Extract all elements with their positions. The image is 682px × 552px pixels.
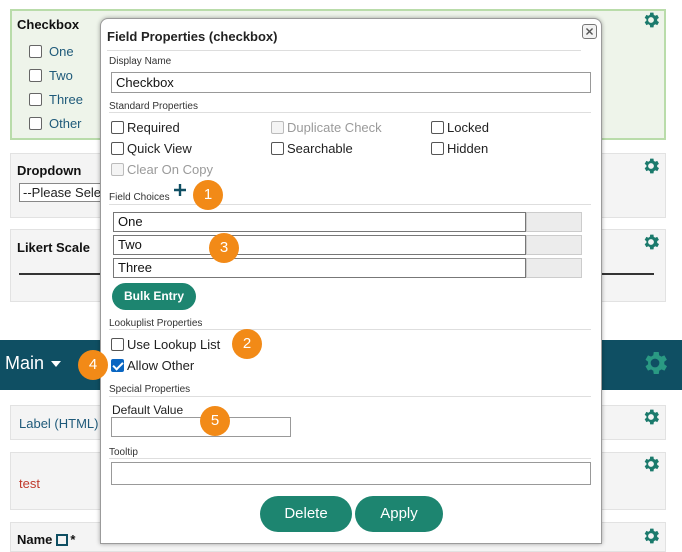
searchable-label: Searchable <box>287 141 353 156</box>
duplicate-check-option: Duplicate Check <box>271 120 382 135</box>
display-name-label: Display Name <box>109 56 172 67</box>
checkbox-box[interactable] <box>29 45 42 58</box>
gear-icon[interactable] <box>641 407 661 427</box>
duplicate-check-checkbox <box>271 121 284 134</box>
choice-input-one[interactable]: One <box>113 212 526 232</box>
tooltip-label: Tooltip <box>109 447 138 458</box>
gear-icon[interactable] <box>641 10 661 30</box>
special-properties-label: Special Properties <box>109 384 191 395</box>
main-section-label[interactable]: Main <box>5 353 44 374</box>
annotation-badge-1: 1 <box>193 180 223 210</box>
checkbox-option-other[interactable]: Other <box>29 116 82 131</box>
searchable-checkbox[interactable] <box>271 142 284 155</box>
section-divider <box>109 112 591 113</box>
checkbox-option-three[interactable]: Three <box>29 92 83 107</box>
option-label: Other <box>49 116 82 131</box>
gear-icon[interactable] <box>640 348 670 378</box>
tooltip-textarea[interactable] <box>111 462 591 485</box>
name-text: Name <box>17 532 53 547</box>
choice-input-three[interactable]: Three <box>113 258 526 278</box>
option-label: One <box>49 44 74 59</box>
checkbox-option-two[interactable]: Two <box>29 68 73 83</box>
name-label: Name * <box>17 532 75 547</box>
required-mark: * <box>70 532 76 547</box>
checkbox-box[interactable] <box>29 69 42 82</box>
annotation-badge-3: 3 <box>209 233 239 263</box>
section-divider <box>109 204 591 205</box>
clear-on-copy-checkbox <box>111 163 124 176</box>
likert-panel-title: Likert Scale <box>17 240 90 255</box>
clear-on-copy-option: Clear On Copy <box>111 162 213 177</box>
hidden-checkbox[interactable] <box>431 142 444 155</box>
test-text: test <box>19 476 40 491</box>
required-option[interactable]: Required <box>111 120 180 135</box>
field-properties-dialog: Field Properties (checkbox) Display Name… <box>100 18 602 544</box>
allow-other-option[interactable]: Allow Other <box>111 358 194 373</box>
allow-other-checkbox[interactable] <box>111 359 124 372</box>
use-lookup-list-checkbox[interactable] <box>111 338 124 351</box>
searchable-option[interactable]: Searchable <box>271 141 353 156</box>
section-divider <box>109 329 591 330</box>
close-icon[interactable] <box>582 24 597 39</box>
required-label: Required <box>127 120 180 135</box>
choice-color-box[interactable] <box>526 258 582 278</box>
use-lookup-list-label: Use Lookup List <box>127 337 221 352</box>
section-divider <box>109 458 591 459</box>
duplicate-check-label: Duplicate Check <box>287 120 382 135</box>
dropdown-panel-title: Dropdown <box>17 163 82 178</box>
apply-button[interactable]: Apply <box>355 496 443 532</box>
option-label: Two <box>49 68 73 83</box>
quick-view-checkbox[interactable] <box>111 142 124 155</box>
title-divider <box>107 50 581 51</box>
chevron-down-icon[interactable] <box>51 361 61 367</box>
label-html-text: Label (HTML) <box>19 416 99 431</box>
clear-on-copy-label: Clear On Copy <box>127 162 213 177</box>
standard-properties-label: Standard Properties <box>109 101 198 112</box>
gear-icon[interactable] <box>641 232 661 252</box>
locked-checkbox[interactable] <box>431 121 444 134</box>
lookuplist-properties-label: Lookuplist Properties <box>109 318 203 329</box>
choice-input-two[interactable]: Two <box>113 235 526 255</box>
plus-icon[interactable] <box>172 182 188 198</box>
hidden-option[interactable]: Hidden <box>431 141 488 156</box>
gear-icon[interactable] <box>641 526 661 546</box>
quick-view-label: Quick View <box>127 141 192 156</box>
locked-label: Locked <box>447 120 489 135</box>
allow-other-label: Allow Other <box>127 358 195 373</box>
delete-button[interactable]: Delete <box>260 496 352 532</box>
choice-color-box[interactable] <box>526 235 582 255</box>
option-label: Three <box>49 92 83 107</box>
checkbox-box[interactable] <box>29 93 42 106</box>
locked-option[interactable]: Locked <box>431 120 489 135</box>
checkbox-box[interactable] <box>29 117 42 130</box>
field-choices-label: Field Choices <box>109 192 170 203</box>
annotation-badge-5: 5 <box>200 406 230 436</box>
hidden-label: Hidden <box>447 141 489 156</box>
use-lookup-list-option[interactable]: Use Lookup List <box>111 337 220 352</box>
default-value-label: Default Value <box>112 403 184 417</box>
annotation-badge-2: 2 <box>232 329 262 359</box>
annotation-badge-4: 4 <box>78 350 108 380</box>
required-checkbox[interactable] <box>111 121 124 134</box>
gear-icon[interactable] <box>641 156 661 176</box>
choice-color-box[interactable] <box>526 212 582 232</box>
quick-view-option[interactable]: Quick View <box>111 141 192 156</box>
checkbox-panel-title: Checkbox <box>17 17 80 32</box>
dialog-title: Field Properties (checkbox) <box>107 29 278 44</box>
bulk-entry-button[interactable]: Bulk Entry <box>112 283 196 310</box>
gear-icon[interactable] <box>641 454 661 474</box>
display-name-input[interactable]: Checkbox <box>111 72 591 93</box>
checkbox-option-one[interactable]: One <box>29 44 74 59</box>
section-divider <box>109 396 591 397</box>
